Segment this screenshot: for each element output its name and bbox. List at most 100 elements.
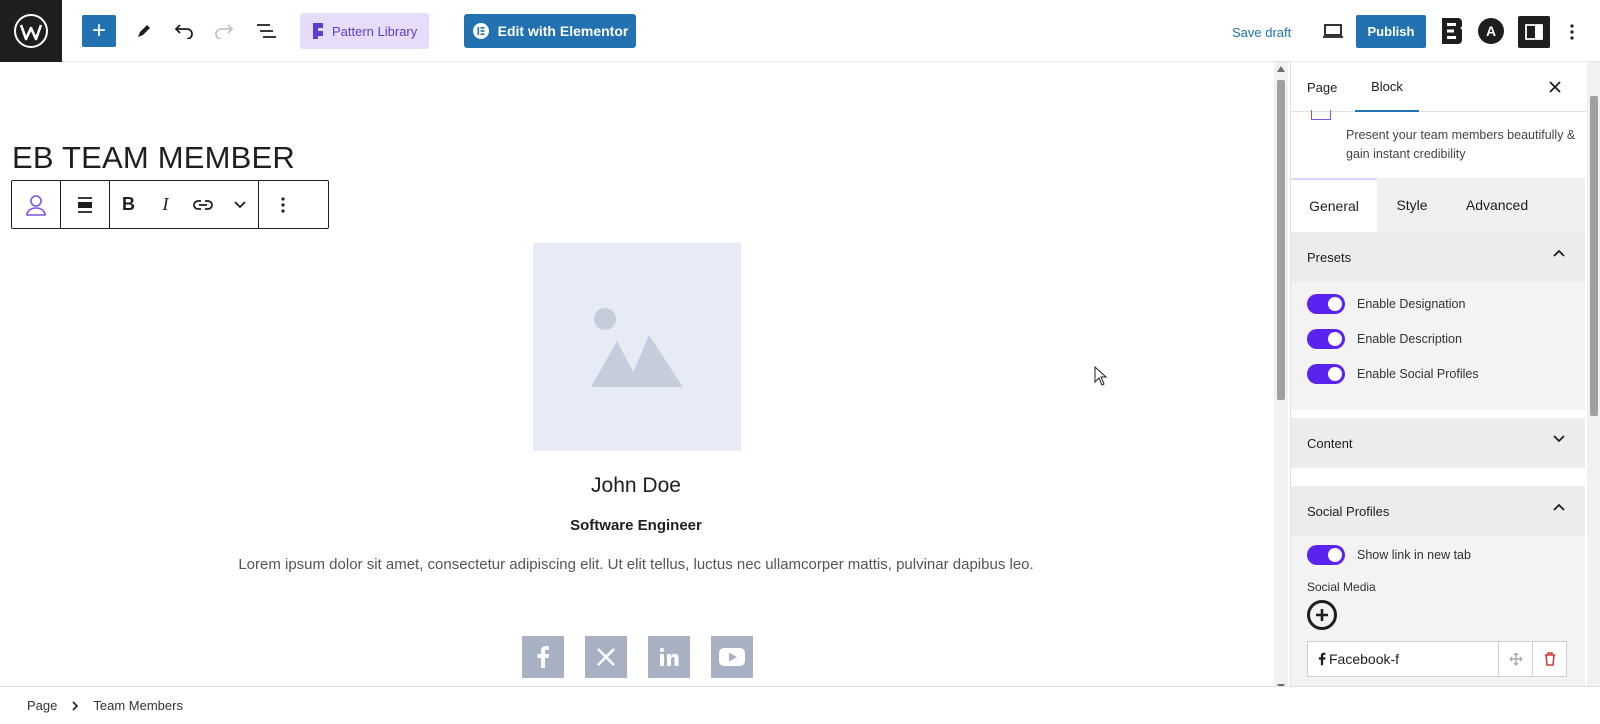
tab-page[interactable]: Page bbox=[1307, 62, 1337, 112]
youtube-link[interactable] bbox=[711, 636, 753, 678]
options-menu-button[interactable] bbox=[1560, 16, 1584, 48]
more-vertical-icon bbox=[1570, 24, 1574, 40]
chevron-up-icon bbox=[1553, 503, 1565, 511]
breadcrumb-page[interactable]: Page bbox=[27, 698, 57, 713]
breadcrumb-team-members[interactable]: Team Members bbox=[93, 698, 183, 713]
linkedin-link[interactable] bbox=[648, 636, 690, 678]
youtube-icon bbox=[719, 648, 745, 666]
member-description[interactable]: Lorem ipsum dolor sit amet, consectetur … bbox=[0, 556, 1272, 573]
pattern-library-label: Pattern Library bbox=[332, 23, 418, 39]
pencil-icon bbox=[138, 25, 150, 37]
enable-description-toggle[interactable] bbox=[1307, 329, 1345, 349]
enable-designation-toggle[interactable] bbox=[1307, 294, 1345, 314]
astra-settings-button[interactable]: A bbox=[1478, 18, 1504, 44]
facebook-link[interactable] bbox=[522, 636, 564, 678]
block-type-group bbox=[12, 181, 61, 228]
undo-icon bbox=[174, 24, 193, 39]
sidebar-scroll-thumb[interactable] bbox=[1590, 96, 1598, 416]
undo-button[interactable] bbox=[167, 14, 201, 48]
editor-topbar: + Pattern Library Edit with Elementor Sa… bbox=[0, 0, 1600, 62]
add-social-profile-button[interactable] bbox=[1307, 600, 1337, 630]
canvas-scroll-thumb[interactable] bbox=[1277, 80, 1285, 400]
link-button[interactable] bbox=[184, 181, 221, 228]
close-sidebar-button[interactable] bbox=[1545, 77, 1565, 97]
team-member-icon bbox=[26, 194, 46, 216]
publish-button[interactable]: Publish bbox=[1356, 15, 1426, 48]
enable-designation-row: Enable Designation bbox=[1307, 294, 1465, 314]
chevron-down-icon bbox=[1553, 435, 1565, 443]
canvas-scrollbar[interactable] bbox=[1274, 62, 1288, 698]
options-group bbox=[259, 181, 307, 228]
team-member-block-button[interactable] bbox=[12, 181, 60, 228]
show-link-new-tab-toggle[interactable] bbox=[1307, 545, 1345, 565]
image-placeholder-icon bbox=[591, 308, 683, 387]
close-icon bbox=[1549, 81, 1561, 93]
block-card-icon bbox=[1311, 110, 1331, 120]
social-profile-item[interactable]: Facebook-f bbox=[1307, 641, 1567, 677]
x-twitter-link[interactable] bbox=[585, 636, 627, 678]
align-button[interactable] bbox=[61, 181, 109, 228]
member-designation[interactable]: Software Engineer bbox=[0, 517, 1272, 534]
settings-sidebar: Page Block Present your team members bea… bbox=[1290, 62, 1600, 698]
sidebar-scrollbar[interactable] bbox=[1587, 62, 1600, 698]
document-overview-button[interactable] bbox=[249, 14, 283, 48]
link-icon bbox=[192, 199, 213, 210]
sidebar-tabs: Page Block bbox=[1291, 62, 1600, 112]
tab-style[interactable]: Style bbox=[1377, 178, 1447, 232]
italic-icon: I bbox=[162, 194, 169, 214]
show-link-new-tab-label: Show link in new tab bbox=[1357, 548, 1471, 562]
enable-description-row: Enable Description bbox=[1307, 329, 1462, 349]
plus-circle-icon bbox=[1316, 609, 1328, 621]
pattern-library-button[interactable]: Pattern Library bbox=[300, 13, 430, 49]
add-block-button[interactable]: + bbox=[82, 15, 116, 47]
preview-button[interactable] bbox=[1316, 14, 1350, 48]
social-profiles-panel-header[interactable]: Social Profiles bbox=[1291, 486, 1585, 536]
delete-social-profile-button[interactable] bbox=[1532, 642, 1566, 676]
scroll-up-icon bbox=[1277, 66, 1285, 72]
member-name[interactable]: John Doe bbox=[0, 474, 1272, 498]
desktop-preview-icon bbox=[1323, 24, 1343, 38]
wordpress-icon bbox=[14, 14, 48, 48]
plus-icon: + bbox=[91, 17, 106, 44]
bold-button[interactable]: B bbox=[110, 181, 147, 228]
sidebar-icon bbox=[1525, 24, 1543, 40]
social-links bbox=[522, 636, 753, 678]
block-options-button[interactable] bbox=[259, 181, 307, 228]
facebook-icon bbox=[1318, 652, 1326, 666]
presets-panel-header[interactable]: Presets bbox=[1291, 232, 1585, 282]
content-panel-title: Content bbox=[1307, 435, 1353, 451]
inspector-tabs: General Style Advanced bbox=[1291, 178, 1585, 232]
format-group: B I bbox=[110, 181, 259, 228]
block-description: Present your team members beautifully & … bbox=[1346, 128, 1576, 161]
astra-icon: A bbox=[1485, 23, 1497, 39]
breadcrumb: Page Team Members bbox=[0, 686, 1600, 724]
templately-icon bbox=[313, 23, 323, 39]
page-heading[interactable]: EB TEAM MEMBER bbox=[12, 140, 295, 176]
redo-button[interactable] bbox=[207, 14, 241, 48]
block-toolbar: B I bbox=[11, 180, 329, 229]
settings-sidebar-toggle[interactable] bbox=[1518, 16, 1550, 48]
save-draft-button[interactable]: Save draft bbox=[1232, 18, 1291, 46]
chevron-up-icon bbox=[1553, 249, 1565, 257]
team-member-image-placeholder[interactable] bbox=[533, 243, 741, 451]
italic-button[interactable]: I bbox=[147, 181, 184, 228]
tab-advanced[interactable]: Advanced bbox=[1447, 178, 1547, 232]
more-formats-button[interactable] bbox=[221, 181, 258, 228]
content-panel-header[interactable]: Content bbox=[1291, 418, 1585, 468]
chevron-down-icon bbox=[233, 200, 246, 208]
enable-description-label: Enable Description bbox=[1357, 332, 1462, 346]
tab-general[interactable]: General bbox=[1291, 178, 1377, 232]
linkedin-icon bbox=[659, 647, 679, 666]
trash-icon bbox=[1544, 652, 1555, 666]
social-media-label: Social Media bbox=[1307, 580, 1376, 594]
edit-with-elementor-button[interactable]: Edit with Elementor bbox=[464, 14, 636, 48]
drag-handle[interactable] bbox=[1498, 642, 1532, 676]
essential-blocks-button[interactable] bbox=[1440, 15, 1464, 47]
wordpress-logo-button[interactable] bbox=[0, 0, 62, 62]
enable-social-profiles-toggle[interactable] bbox=[1307, 364, 1345, 384]
tools-button[interactable] bbox=[127, 14, 161, 48]
facebook-icon bbox=[537, 646, 549, 668]
enable-designation-label: Enable Designation bbox=[1357, 297, 1466, 311]
tab-block[interactable]: Block bbox=[1355, 62, 1419, 112]
show-link-new-tab-row: Show link in new tab bbox=[1307, 545, 1471, 565]
